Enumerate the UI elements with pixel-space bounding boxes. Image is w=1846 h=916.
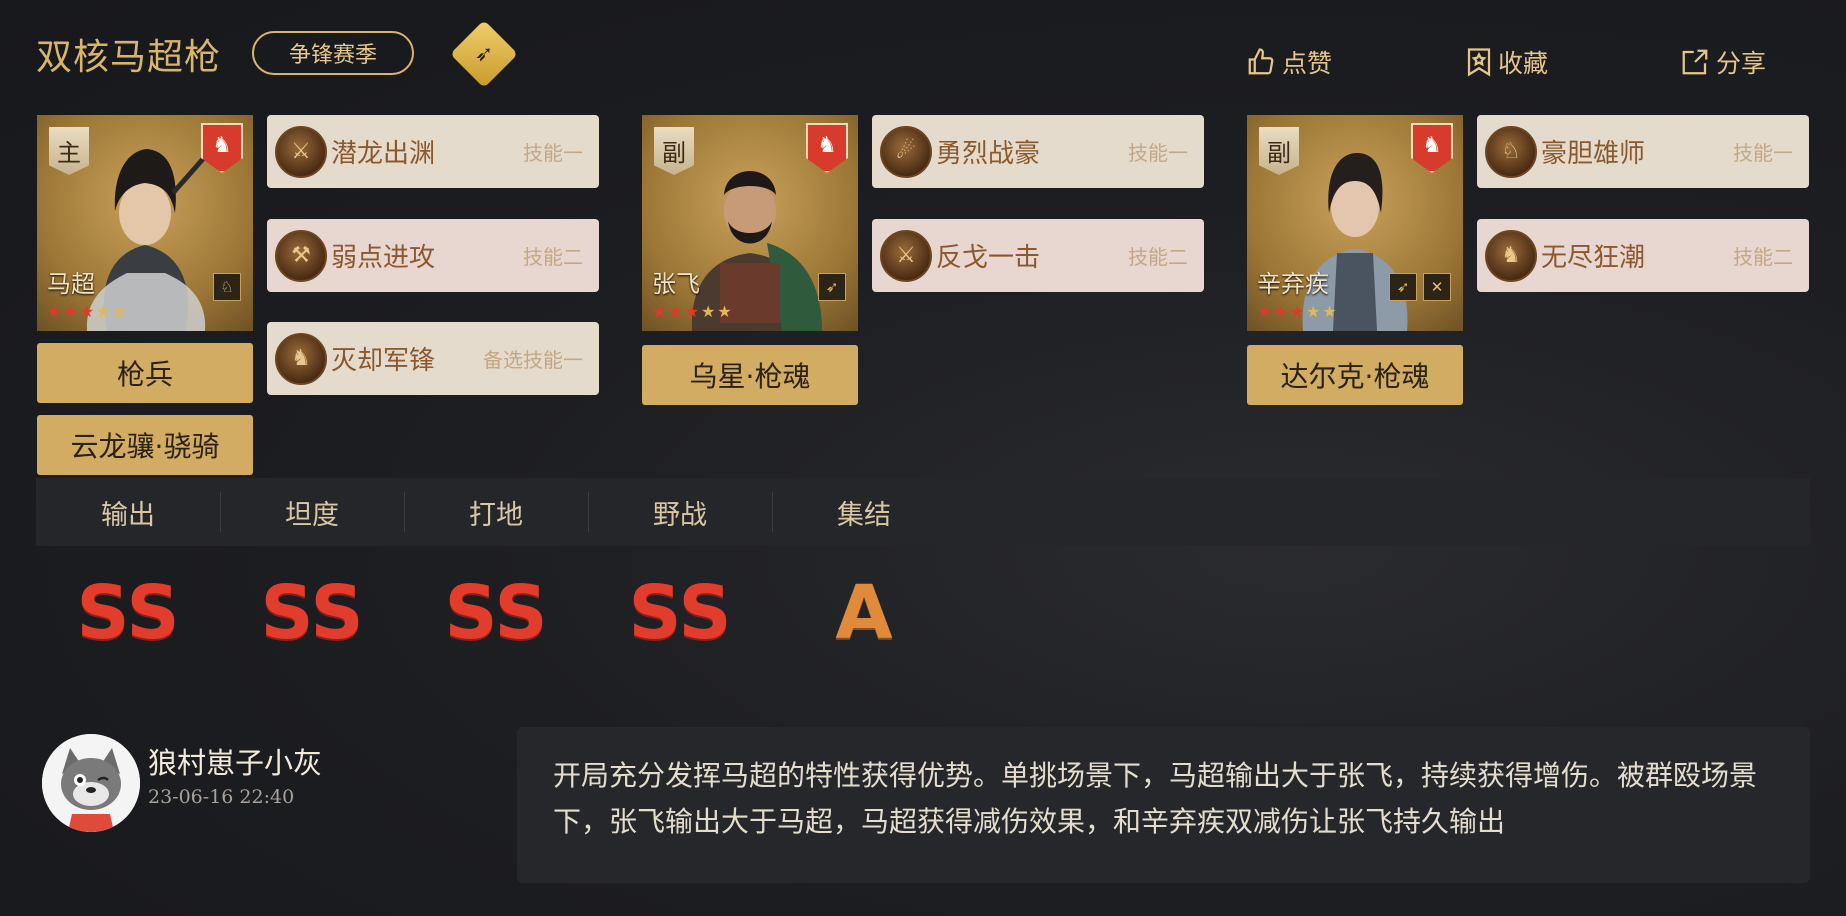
hero-card-machao[interactable]: 主 ♞ 马超 ♘ ★★★★★	[37, 115, 253, 331]
skill-icon: ♘	[1485, 125, 1537, 178]
skill-slot: 技能一	[1733, 141, 1793, 165]
bookmark-star-icon	[1467, 48, 1491, 77]
skill-name: 潜龙出渊	[331, 139, 436, 169]
hero-card-zhangfei[interactable]: 副 ♞ 张飞 ➶ ★★★★★	[642, 115, 858, 331]
share-label: 分享	[1716, 49, 1767, 78]
like-button[interactable]: 点赞	[1246, 44, 1332, 80]
skill-slot: 技能二	[1733, 245, 1793, 269]
post-time: 23-06-16 22:40	[148, 786, 295, 808]
skill-name: 豪胆雄师	[1541, 139, 1646, 169]
grade-rally: A	[835, 570, 893, 656]
hero-card-xinqiji[interactable]: 副 ♞ 辛弃疾 ➶ ✕ ★★★★★	[1247, 115, 1463, 331]
skill-slot: 技能一	[523, 141, 583, 165]
stat-label-rally: 集结	[837, 499, 891, 531]
skill-icon: ⚒	[275, 229, 327, 282]
like-label: 点赞	[1282, 49, 1333, 78]
stat-label-field: 野战	[653, 499, 707, 531]
hero-name: 张飞	[652, 270, 700, 298]
skill-name: 勇烈战豪	[936, 139, 1041, 169]
spear-icon: ➶	[474, 41, 494, 67]
share-button[interactable]: 分享	[1680, 44, 1766, 80]
share-icon	[1682, 49, 1708, 75]
spear-type-badge: ➶	[450, 20, 518, 88]
skill-icon: ⚔	[275, 125, 327, 178]
role-badge: 主	[49, 127, 89, 175]
skill-name: 反戈一击	[936, 243, 1041, 273]
skill-icon: ⚔	[880, 229, 932, 282]
skill-card[interactable]: ☄ 勇烈战豪 技能一	[872, 115, 1204, 188]
spear-icon: ➶	[1389, 273, 1417, 301]
skill-card[interactable]: ⚔ 潜龙出渊 技能一	[267, 115, 599, 188]
favorite-label: 收藏	[1498, 49, 1549, 78]
stat-label-tank: 坦度	[285, 499, 339, 531]
grade-output: SS	[76, 570, 180, 656]
star-rating: ★★★★★	[47, 302, 129, 321]
skill-card[interactable]: ♞ 灭却军锋 备选技能一	[267, 322, 599, 395]
skill-icon: ♞	[275, 332, 327, 385]
skill-icon: ♞	[1485, 229, 1537, 282]
troop-button[interactable]: 云龙骧·骁骑	[37, 415, 253, 475]
star-rating: ★★★★★	[652, 302, 734, 321]
skill-icon: ☄	[880, 125, 932, 178]
troop-button[interactable]: 达尔克·枪魂	[1247, 345, 1463, 405]
grade-siege: SS	[444, 570, 548, 656]
role-badge: 副	[654, 127, 694, 175]
skill-slot: 技能二	[1128, 245, 1188, 269]
favorite-button[interactable]: 收藏	[1466, 44, 1548, 80]
hero-name: 马超	[47, 270, 95, 298]
wolf-avatar-icon	[42, 734, 140, 832]
troop-button[interactable]: 枪兵	[37, 343, 253, 403]
skill-card[interactable]: ♞ 无尽狂潮 技能二	[1477, 219, 1809, 292]
page-title: 双核马超枪	[36, 37, 222, 78]
skill-slot: 备选技能一	[483, 348, 583, 372]
skill-slot: 技能一	[1128, 141, 1188, 165]
skill-name: 灭却军锋	[331, 346, 436, 376]
avatar[interactable]	[42, 734, 140, 832]
comment-box: 开局充分发挥马超的特性获得优势。单挑场景下，马超输出大于张飞，持续获得增伤。被群…	[517, 727, 1810, 883]
grade-tank: SS	[260, 570, 364, 656]
skill-slot: 技能二	[523, 245, 583, 269]
comment-text: 开局充分发挥马超的特性获得优势。单挑场景下，马超输出大于张飞，持续获得增伤。被群…	[553, 759, 1758, 838]
thumbs-up-icon	[1248, 48, 1274, 75]
skill-card[interactable]: ⚒ 弱点进攻 技能二	[267, 219, 599, 292]
stat-label-output: 输出	[101, 499, 155, 531]
star-rating: ★★★★★	[1257, 302, 1339, 321]
troop-button[interactable]: 乌星·枪魂	[642, 345, 858, 405]
spear-icon: ➶	[818, 273, 846, 301]
hero-name: 辛弃疾	[1257, 270, 1329, 298]
skill-name: 无尽狂潮	[1541, 243, 1646, 273]
crossed-swords-icon: ✕	[1423, 273, 1451, 301]
skill-card[interactable]: ♘ 豪胆雄师 技能一	[1477, 115, 1809, 188]
role-badge: 副	[1259, 127, 1299, 175]
cavalry-icon: ♘	[213, 273, 241, 301]
stats-bar: 输出 坦度 打地 野战 集结	[36, 478, 1810, 546]
author-name[interactable]: 狼村崽子小灰	[148, 740, 322, 782]
skill-card[interactable]: ⚔ 反戈一击 技能二	[872, 219, 1204, 292]
grade-field: SS	[628, 570, 732, 656]
season-tag: 争锋赛季	[252, 31, 414, 75]
stat-label-siege: 打地	[469, 499, 523, 531]
skill-name: 弱点进攻	[331, 243, 436, 273]
